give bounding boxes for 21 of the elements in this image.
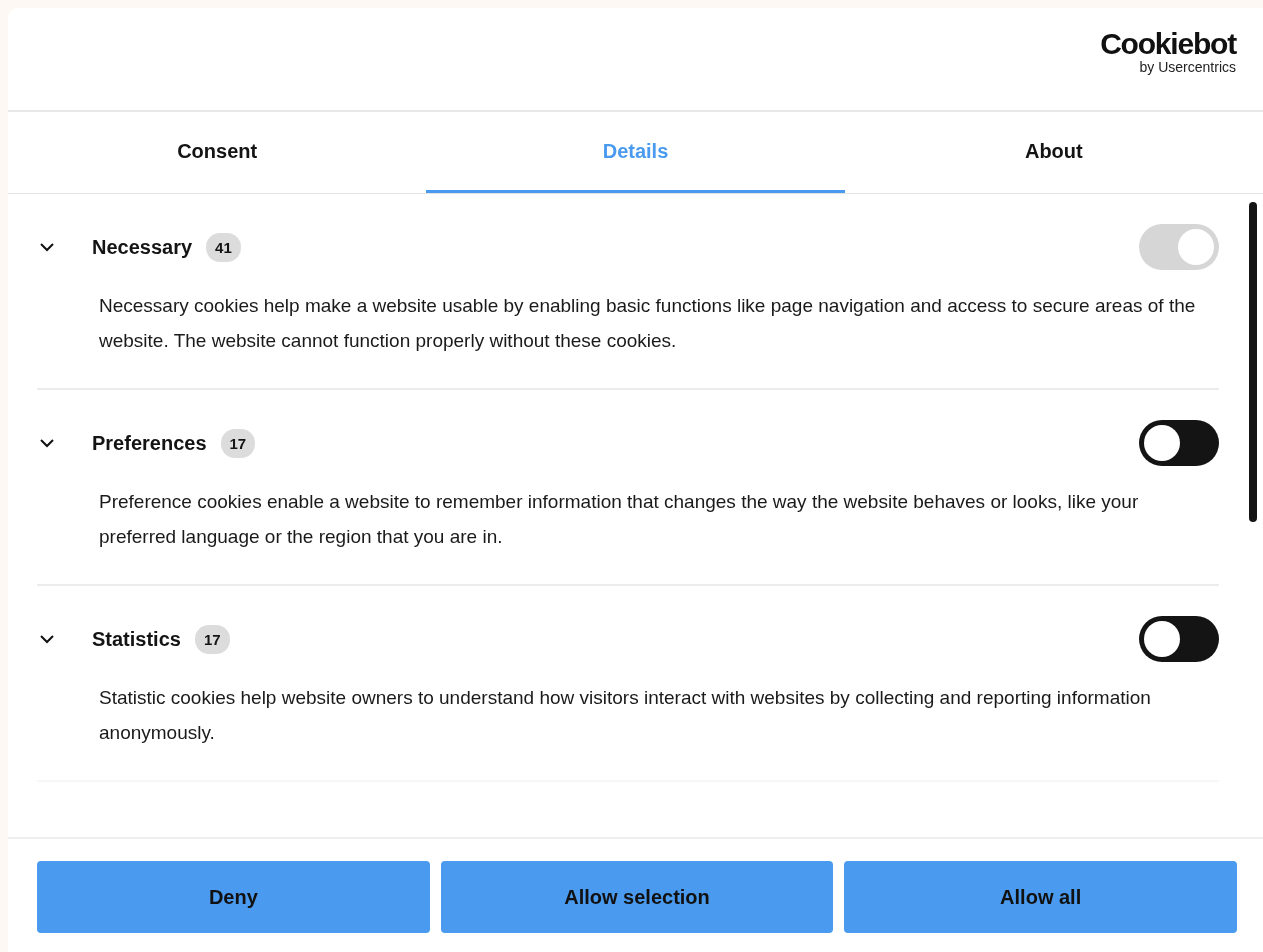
count-badge: 17 (220, 428, 256, 458)
category-description: Necessary cookies help make a website usable by enabling basic functions like page navigation and access to secure areas of the website. The website cannot function properly without these cookies. (99, 294, 1197, 353)
action-button[interactable]: Allow all (844, 861, 1237, 933)
count-badge: 17 (194, 624, 230, 654)
toggle-switch[interactable] (1139, 420, 1219, 466)
tab[interactable]: Consent (8, 112, 427, 193)
toggle-switch[interactable] (1139, 616, 1219, 662)
tab[interactable]: About (844, 112, 1263, 193)
category-description: Statistic cookies help website owners to understand how visitors interact with websites by collecting and reporting information anonymously. (99, 686, 1152, 745)
action-button[interactable]: Allow selection (440, 861, 834, 933)
logo-wordmark: Cookiebot (1100, 28, 1236, 59)
scrollbar-thumb[interactable] (1249, 202, 1257, 522)
count-badge: 41 (206, 232, 241, 262)
category-title: Statistics (92, 627, 181, 651)
category-title: Necessary (92, 235, 193, 259)
action-button[interactable]: Deny (37, 861, 430, 933)
chevron-icon[interactable] (39, 438, 55, 448)
logo-byline: by Usercentrics (1139, 59, 1236, 74)
chevron-icon[interactable] (39, 634, 55, 644)
category-description: Preference cookies enable a website to remember information that changes the way the website behaves or looks, like your preferred language or the region that you are in. (99, 490, 1140, 549)
category-title: Preferences (92, 431, 207, 455)
